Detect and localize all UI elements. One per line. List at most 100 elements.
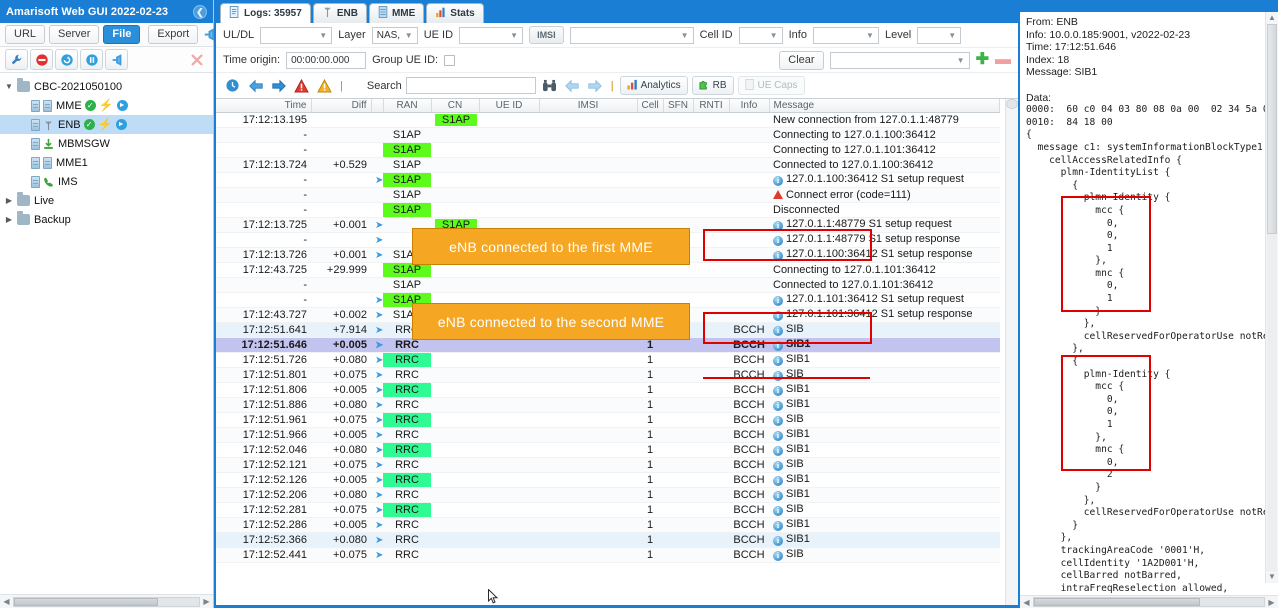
tree-item-cbc-2021050100[interactable]: ▼ CBC-2021050100 (0, 77, 213, 96)
imsi-button[interactable]: IMSI (529, 26, 564, 44)
preset-select[interactable]: ▼ (829, 51, 970, 69)
table-row[interactable]: 17:12:52.281 +0.075 ➤ RRC 1 BCCH i SIB (216, 502, 1000, 518)
scroll-right-icon[interactable]: ▶ (200, 597, 213, 606)
close-icon[interactable] (185, 49, 208, 70)
detail-vertical-scrollbar[interactable]: ▲ ▼ (1265, 12, 1278, 583)
refresh-icon[interactable] (55, 49, 78, 70)
table-row[interactable]: 17:12:51.726 +0.080 ➤ RRC 1 BCCH i SIB1 (216, 352, 1000, 368)
col-diff[interactable]: Diff (311, 99, 372, 113)
scroll-thumb[interactable] (1267, 24, 1277, 234)
col-sfn[interactable]: SFN (663, 99, 694, 113)
table-row[interactable]: 17:12:51.961 +0.075 ➤ RRC 1 BCCH i SIB (216, 412, 1000, 428)
table-row[interactable]: 17:12:52.441 +0.075 ➤ RRC 1 BCCH i SIB (216, 547, 1000, 563)
table-row[interactable]: - S1AP Connecting to 127.0.1.101:36412 (216, 142, 1000, 158)
group-ueid-checkbox[interactable] (444, 54, 456, 66)
col-rnti[interactable]: RNTI (693, 99, 730, 113)
table-row[interactable]: - S1AP Connect error (code=111) (216, 187, 1000, 203)
left-horizontal-scrollbar[interactable]: ◀ ▶ (0, 594, 213, 608)
clear-button[interactable]: Clear (779, 50, 824, 70)
table-row[interactable]: 17:12:51.886 +0.080 ➤ RRC 1 BCCH i SIB1 (216, 397, 1000, 413)
tree-item-enb[interactable]: ENB ✓ ⚡ ► (0, 115, 213, 134)
scroll-thumb[interactable] (1034, 598, 1200, 606)
tree-item-backup[interactable]: ▶ Backup (0, 210, 213, 229)
tree-twisty-icon[interactable]: ▶ (4, 196, 14, 205)
table-row[interactable]: - S1AP Connecting to 127.0.1.100:36412 (216, 127, 1000, 143)
error-icon[interactable] (292, 76, 311, 95)
table-row[interactable]: 17:12:52.046 +0.080 ➤ RRC 1 BCCH i SIB1 (216, 442, 1000, 458)
col-info[interactable]: Info (729, 99, 770, 113)
status-play-icon[interactable]: ► (116, 100, 128, 111)
detail-content[interactable]: From: ENB Info: 10.0.0.185:9001, v2022-0… (1020, 12, 1278, 595)
cellid-select[interactable]: ▼ (738, 26, 783, 44)
scroll-left-icon[interactable]: ◀ (0, 597, 13, 606)
table-row[interactable]: 17:12:51.966 +0.005 ➤ RRC 1 BCCH i SIB1 (216, 427, 1000, 443)
scroll-thumb[interactable] (14, 597, 159, 606)
search-input[interactable] (405, 77, 536, 94)
pause-icon[interactable] (80, 49, 103, 70)
col-ueid[interactable]: UE ID (479, 99, 540, 113)
scroll-track[interactable] (1267, 24, 1277, 571)
table-row[interactable]: 17:12:52.366 +0.080 ➤ RRC 1 BCCH i SIB1 (216, 532, 1000, 548)
tree-item-mme[interactable]: MME ✓ ⚡ ► (0, 96, 213, 115)
table-row[interactable]: 17:12:51.801 +0.075 ➤ RRC 1 BCCH i SIB (216, 367, 1000, 383)
table-row[interactable]: - S1AP Disconnected (216, 202, 1000, 218)
warning-icon[interactable] (315, 76, 334, 95)
plus-icon[interactable]: ✚ (976, 52, 989, 68)
tree-item-ims[interactable]: IMS (0, 172, 213, 191)
scroll-up-icon[interactable]: ▲ (1266, 12, 1278, 24)
time-origin-input[interactable]: 00:00:00.000 (286, 51, 367, 69)
table-row[interactable]: 17:12:52.121 +0.075 ➤ RRC 1 BCCH i SIB (216, 457, 1000, 473)
info-select[interactable]: ▼ (812, 26, 879, 44)
ueid-select[interactable]: ▼ (459, 26, 524, 44)
tab-stats[interactable]: Stats (426, 3, 484, 23)
clock-icon[interactable] (223, 76, 242, 95)
table-row[interactable]: 17:12:52.206 +0.080 ➤ RRC 1 BCCH i SIB1 (216, 487, 1000, 503)
tab-mme[interactable]: MME (368, 3, 425, 23)
table-row[interactable]: - S1AP Connected to 127.0.1.101:36412 (216, 277, 1000, 293)
log-table-container[interactable]: Time Diff RAN CN UE ID IMSI Cell SFN RNT… (216, 99, 1018, 605)
tree-item-mbmsgw[interactable]: MBMSGW (0, 134, 213, 153)
tree-item-mme1[interactable]: MME1 (0, 153, 213, 172)
scroll-right-icon[interactable]: ▶ (1265, 598, 1278, 607)
table-row[interactable]: 17:12:51.806 +0.005 ➤ RRC 1 BCCH i SIB1 (216, 382, 1000, 398)
scroll-left-icon[interactable]: ◀ (1020, 598, 1033, 607)
stop-icon[interactable] (30, 49, 53, 70)
analytics-button[interactable]: Analytics (619, 76, 688, 95)
server-button[interactable]: Server (49, 25, 100, 44)
col-message[interactable]: Message (769, 99, 1000, 113)
table-row[interactable]: 17:12:13.724 +0.529 S1AP Connected to 127.0… (216, 157, 1000, 173)
status-play-icon[interactable]: ► (115, 119, 127, 130)
table-row[interactable]: 17:12:52.286 +0.005 ➤ RRC 1 BCCH i SIB1 (216, 517, 1000, 533)
col-ran[interactable]: RAN (383, 99, 432, 113)
wrench-icon[interactable] (5, 49, 28, 70)
scroll-track[interactable] (13, 596, 200, 607)
url-button[interactable]: URL (5, 25, 46, 44)
config-tree[interactable]: ▼ CBC-2021050100 MME ✓ ⚡ ► ENB ✓ ⚡ ► MBMSGW MME1 IMS… (0, 73, 213, 594)
col-imsi[interactable]: IMSI (539, 99, 638, 113)
arrow-left-icon[interactable] (246, 76, 265, 95)
col-cell[interactable]: Cell (637, 99, 664, 113)
col-time[interactable]: Time (216, 99, 312, 113)
imsi-select[interactable]: ▼ (569, 26, 694, 44)
scroll-down-icon[interactable]: ▼ (1266, 571, 1278, 583)
tree-item-live[interactable]: ▶ Live (0, 191, 213, 210)
arrow-right-icon[interactable] (269, 76, 288, 95)
scroll-thumb[interactable] (1006, 99, 1018, 109)
file-button[interactable]: File (103, 25, 141, 44)
minus-icon[interactable]: ▬ (995, 52, 1011, 68)
level-select[interactable]: ▼ (917, 26, 962, 44)
tab-enb[interactable]: ENB (312, 3, 367, 23)
table-row[interactable]: 17:12:52.126 +0.005 ➤ RRC 1 BCCH i SIB1 (216, 472, 1000, 488)
binoculars-icon[interactable] (540, 76, 559, 95)
tree-twisty-icon[interactable]: ▶ (4, 215, 14, 224)
table-row[interactable]: 17:12:13.195 S1AP New connection from 127.… (216, 112, 1000, 128)
rb-button[interactable]: RB (691, 76, 734, 95)
log-vertical-scrollbar[interactable] (1005, 99, 1018, 605)
uecaps-button[interactable]: UE Caps (737, 76, 805, 95)
search-next-icon[interactable] (586, 76, 605, 95)
detail-horizontal-scrollbar[interactable]: ◀ ▶ (1020, 595, 1278, 608)
search-prev-icon[interactable] (563, 76, 582, 95)
uldl-select[interactable]: ▼ (260, 26, 333, 44)
tree-twisty-icon[interactable]: ▼ (4, 82, 14, 91)
tab-logs[interactable]: Logs: 35957 (220, 3, 311, 23)
